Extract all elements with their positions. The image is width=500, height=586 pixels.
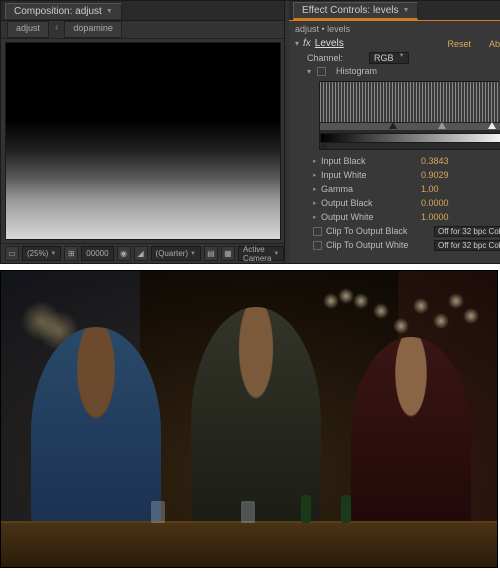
input-white-handle[interactable] [488,122,496,129]
clip-select[interactable]: Off for 32 bpc Color [434,240,500,251]
clip-label: Clip To Output White [326,240,434,250]
camera-value: Active Camera [243,245,271,263]
channel-row: Channel: RGB [289,51,500,65]
twirl-right-icon[interactable]: ▸ [313,157,321,165]
glass-icon [241,501,255,523]
param-label: Input Black [321,156,421,166]
bottle-icon [341,495,351,523]
view-button[interactable]: ▦ [221,246,235,261]
composition-tab[interactable]: Composition: adjust ▼ [5,3,122,19]
reset-link[interactable]: Reset [447,39,471,49]
figure-left [31,327,161,537]
twirl-right-icon[interactable]: ▸ [313,185,321,193]
clip-output-black: Clip To Output Black Off for 32 bpc Colo… [289,224,500,238]
param-input-white: ▸ Input White 0.9029 [289,168,500,182]
twirl-down-icon[interactable]: ▾ [295,39,299,48]
twirl-right-icon[interactable]: ▸ [313,171,321,179]
snapshot-button[interactable]: ◉ [117,246,131,261]
twirl-right-icon[interactable]: ▸ [313,199,321,207]
reference-photo [0,270,498,568]
param-gamma: ▸ Gamma 1.00 [289,182,500,196]
breadcrumb: adjust • levels [289,21,500,36]
param-value[interactable]: 0.9029 [421,170,449,180]
stopwatch-icon[interactable] [313,227,322,236]
composition-footer: ▭ (25%) ▼ ⊞ 00000 ◉ ◢ (Quarter) ▼ ▤ ▦ Ac… [1,243,284,263]
chevron-down-icon[interactable]: ▼ [403,7,410,14]
effect-name[interactable]: Levels [315,38,344,49]
composition-flow: adjust ‹ dopamine [1,21,284,39]
param-input-black: ▸ Input Black 0.3843 [289,154,500,168]
effect-controls-panel: Effect Controls: levels ▼ adjust • level… [289,1,500,263]
quality-select[interactable]: (Quarter) ▼ [151,246,201,261]
quality-value: (Quarter) [156,249,188,258]
about-link[interactable]: About... [489,39,500,49]
param-output-black: ▸ Output Black 0.0000 [289,196,500,210]
input-sliders[interactable] [320,122,500,130]
output-gradient [320,133,500,143]
composition-viewer[interactable] [5,42,281,240]
clip-label: Clip To Output Black [326,226,434,236]
grid-button[interactable]: ⊞ [64,246,78,261]
figure-right [351,337,471,537]
channel-label: Channel: [307,53,363,63]
zoom-value: (25%) [27,249,48,258]
twirl-down-icon[interactable]: ▾ [307,67,311,76]
twirl-right-icon[interactable]: ▸ [313,213,321,221]
clip-select[interactable]: Off for 32 bpc Color [434,226,500,237]
timecode-field[interactable]: 00000 [81,246,113,261]
timecode-value: 00000 [86,249,108,258]
chevron-left-icon: ‹ [51,21,62,38]
param-value[interactable]: 1.0000 [421,212,449,222]
chevron-down-icon: ▼ [273,251,279,257]
chevron-down-icon: ▼ [190,251,196,257]
effect-controls-tab-label: Effect Controls: levels [302,5,399,16]
output-black-handle[interactable] [320,142,328,149]
composition-tabs: Composition: adjust ▼ [1,1,284,21]
effect-header: ▾ fx Levels Reset About... [289,36,500,51]
flow-tab-adjust[interactable]: adjust [7,21,49,38]
camera-select[interactable]: Active Camera ▼ [238,246,284,261]
bar-surface [1,521,497,567]
chevron-down-icon[interactable]: ▼ [106,8,113,15]
stopwatch-icon[interactable] [313,241,322,250]
param-label: Output Black [321,198,421,208]
clip-output-white: Clip To Output White Off for 32 bpc Colo… [289,238,500,252]
param-value[interactable]: 0.3843 [421,156,449,166]
composition-tab-label: Composition: adjust [14,6,102,17]
param-value[interactable]: 0.0000 [421,198,449,208]
zoom-select[interactable]: (25%) ▼ [22,246,61,261]
mask-button[interactable]: ◢ [134,246,148,261]
chevron-down-icon: ▼ [50,251,56,257]
histogram-label: Histogram [336,66,377,76]
param-label: Output White [321,212,421,222]
effect-controls-tab[interactable]: Effect Controls: levels ▼ [293,2,418,20]
glass-icon [151,501,165,523]
fx-badge: fx [303,38,311,49]
histogram-graph [320,82,500,122]
region-button[interactable]: ▭ [5,246,19,261]
stopwatch-icon[interactable] [317,67,326,76]
effect-controls-tabs: Effect Controls: levels ▼ [289,1,500,21]
param-value[interactable]: 1.00 [421,184,439,194]
exposure-button[interactable]: ▤ [204,246,218,261]
channel-select[interactable]: RGB [369,52,409,64]
flow-tab-dopamine[interactable]: dopamine [64,21,122,38]
input-black-handle[interactable] [389,122,397,129]
histogram-row: ▾ Histogram [289,65,500,77]
gamma-handle[interactable] [438,122,446,129]
param-output-white: ▸ Output White 1.0000 [289,210,500,224]
output-sliders[interactable] [320,143,500,149]
composition-panel: Composition: adjust ▼ adjust ‹ dopamine … [1,1,285,263]
param-label: Input White [321,170,421,180]
param-label: Gamma [321,184,421,194]
bottle-icon [301,495,311,523]
histogram-widget[interactable] [319,81,500,150]
